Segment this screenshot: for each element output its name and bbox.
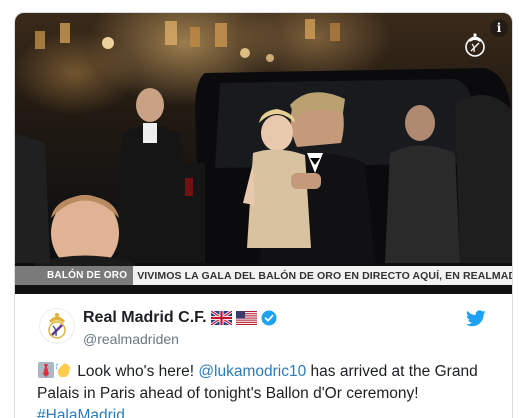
author-name[interactable]: Real Madrid C.F.: [83, 309, 277, 327]
us-flag-icon: [235, 311, 257, 325]
video-player[interactable]: i BALÓN DE ORO VIVIMOS LA GALA DEL BALÓN…: [15, 13, 513, 294]
uk-flag-icon: [210, 311, 232, 325]
real-madrid-crest-icon: [465, 33, 485, 57]
embedded-tweet-card[interactable]: i BALÓN DE ORO VIVIMOS LA GALA DEL BALÓN…: [14, 12, 513, 418]
mention-link[interactable]: @lukamodric10: [198, 363, 306, 380]
ticker-label: BALÓN DE ORO: [15, 266, 134, 285]
verified-badge-icon: [261, 310, 277, 326]
ticker-text: VIVIMOS LA GALA DEL BALÓN DE ORO EN DIRE…: [137, 269, 513, 282]
author-handle[interactable]: @realmadriden: [83, 331, 179, 347]
twitter-bird-icon[interactable]: [466, 310, 486, 327]
video-frame: [15, 19, 512, 294]
tweet-text-before: Look who's here!: [73, 363, 199, 380]
real-madrid-crest-icon[interactable]: [39, 308, 75, 344]
info-button[interactable]: i: [490, 19, 508, 37]
waving-hand-emoji-icon: [55, 363, 70, 377]
necktie-emoji-icon: [38, 362, 54, 378]
author-name-text[interactable]: Real Madrid C.F.: [83, 309, 207, 327]
video-ticker: BALÓN DE ORO VIVIMOS LA GALA DEL BALÓN D…: [15, 266, 513, 285]
video-bottom-bar: [15, 285, 512, 294]
hashtag-link[interactable]: #HalaMadrid: [37, 407, 125, 418]
tweet-text: Look who's here! @lukamodric10 has arriv…: [37, 361, 507, 418]
